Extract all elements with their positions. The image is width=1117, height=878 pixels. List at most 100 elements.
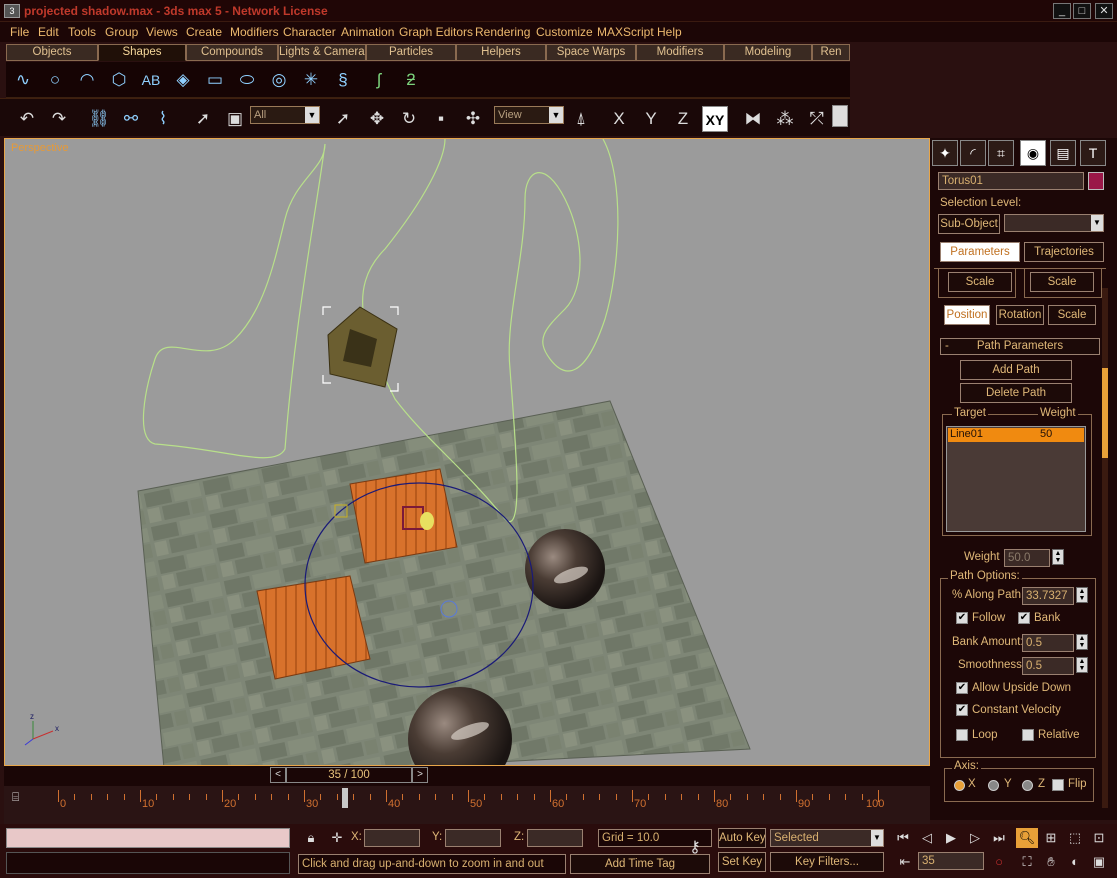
maxscript-output[interactable] (6, 852, 290, 874)
tab-shapes[interactable]: Shapes (98, 44, 186, 61)
restrict-x-button[interactable]: X (606, 106, 632, 132)
field-of-view-icon[interactable]: ⛶ (1016, 852, 1038, 872)
selection-filter-dropdown[interactable]: All ▼ (250, 106, 320, 124)
app-icon[interactable]: 3 (4, 4, 20, 18)
arc-icon[interactable]: ◠ (74, 68, 100, 92)
rectangular-selection-icon[interactable]: ▣ (222, 106, 248, 132)
weight-spinner-icon[interactable]: ▲ ▼ (1052, 549, 1064, 565)
smoothness-field[interactable]: 0.5 (1022, 657, 1074, 675)
set-key-button[interactable]: Set Key (718, 852, 766, 872)
arc-rotate-icon[interactable]: ◐ (1064, 852, 1086, 872)
axis-x-radio[interactable] (954, 780, 965, 791)
sub-object-button[interactable]: Sub-Object (938, 214, 1000, 234)
tab-rendering[interactable]: Ren (812, 44, 850, 61)
along-path-field[interactable]: 33.7327 (1022, 587, 1074, 605)
section-icon[interactable]: ◈ (170, 68, 196, 92)
constant-velocity-checkbox[interactable]: ✔ (956, 704, 968, 716)
ngon-icon[interactable]: ⬡ (106, 68, 132, 92)
menu-customize[interactable]: Customize (536, 25, 593, 39)
bank-amount-spinner-icon[interactable]: ▲ ▼ (1076, 634, 1088, 650)
menu-file[interactable]: File (10, 25, 29, 39)
maximize-icon[interactable]: □ (1073, 3, 1091, 19)
target-list[interactable]: Line01 50 (946, 426, 1086, 532)
menu-character[interactable]: Character (283, 25, 336, 39)
minimize-icon[interactable]: _ (1053, 3, 1071, 19)
scale-button[interactable]: Scale (1048, 305, 1096, 325)
close-icon[interactable]: ✕ (1095, 3, 1113, 19)
redo-icon[interactable]: ↷ (46, 106, 72, 132)
y-coord-field[interactable] (445, 829, 501, 847)
mini-curve-editor-icon[interactable]: ⌸ (12, 790, 42, 808)
absolute-mode-icon[interactable]: ✛ (326, 828, 348, 848)
current-frame-field[interactable]: 35 (918, 852, 984, 870)
tab-particles[interactable]: Particles (366, 44, 456, 61)
key-filters-button[interactable]: Key Filters... (770, 852, 884, 872)
undo-icon[interactable]: ↶ (14, 106, 40, 132)
trajectories-button[interactable]: Trajectories (1024, 242, 1104, 262)
ellipse-icon[interactable]: ⬭ (234, 68, 260, 92)
key-mode-icon[interactable]: ⇤ (894, 852, 916, 872)
lock-selection-icon[interactable]: 🔒︎ (300, 828, 322, 848)
hierarchy-tab-icon[interactable]: ⌗ (988, 140, 1014, 166)
tab-helpers[interactable]: Helpers (456, 44, 546, 61)
key-selection-dropdown[interactable]: Selected ▼ (770, 829, 884, 847)
align-icon[interactable]: ⤱ (804, 106, 830, 132)
menu-animation[interactable]: Animation (341, 25, 394, 39)
menu-graph-editors[interactable]: Graph Editors (399, 25, 473, 39)
object-color-swatch[interactable] (1088, 172, 1104, 190)
track-bar[interactable]: ⌸ 0 10 20 30 40 50 60 70 80 90 100 (4, 786, 930, 824)
scale-icon[interactable]: ▪ (428, 106, 454, 132)
maxscript-listener[interactable] (6, 828, 290, 848)
bank-checkbox[interactable]: ✔ (1018, 612, 1030, 624)
star-icon[interactable]: ✳ (298, 68, 324, 92)
loop-checkbox[interactable] (956, 729, 968, 741)
bind-space-warp-icon[interactable]: ⌇ (150, 106, 176, 132)
perspective-viewport[interactable]: Perspective z x (4, 138, 930, 766)
restrict-y-button[interactable]: Y (638, 106, 664, 132)
parameters-button[interactable]: Parameters (940, 242, 1020, 262)
z-coord-field[interactable] (527, 829, 583, 847)
zoom-all-icon[interactable]: ⊞ (1040, 828, 1062, 848)
axis-y-radio[interactable] (988, 780, 999, 791)
tab-lights-cameras[interactable]: Lights & Cameras (278, 44, 366, 61)
play-icon[interactable]: ▶ (940, 828, 962, 848)
previous-key-icon[interactable]: ◁ (916, 828, 938, 848)
move-icon[interactable]: ✥ (364, 106, 390, 132)
tab-objects[interactable]: Objects (6, 44, 98, 61)
tab-modeling[interactable]: Modeling (724, 44, 812, 61)
circle-icon[interactable]: ○ (42, 68, 68, 92)
curve-icon[interactable]: ʃ (366, 68, 392, 92)
toolbar-scroll-handle[interactable] (832, 105, 848, 127)
helix-icon[interactable]: § (330, 68, 356, 92)
donut-icon[interactable]: ◎ (266, 68, 292, 92)
utilities-tab-icon[interactable]: T (1080, 140, 1106, 166)
select-by-name-icon[interactable]: ➚ (330, 106, 356, 132)
go-to-start-icon[interactable]: ⏮ (892, 828, 914, 848)
along-path-spinner-icon[interactable]: ▲ ▼ (1076, 587, 1088, 603)
x-coord-field[interactable] (364, 829, 420, 847)
time-slider-thumb[interactable]: 35 / 100 (286, 767, 412, 783)
current-frame-marker[interactable] (342, 788, 348, 808)
next-frame-icon[interactable]: > (412, 767, 428, 783)
next-key-icon[interactable]: ▷ (964, 828, 986, 848)
mirror-icon[interactable]: ⧓ (740, 106, 766, 132)
position-button[interactable]: Position (944, 305, 990, 325)
allow-upside-down-checkbox[interactable]: ✔ (956, 682, 968, 694)
track-ticks[interactable]: 0 10 20 30 40 50 60 70 80 90 100 (58, 786, 884, 824)
panel-scrollbar[interactable] (1102, 288, 1108, 808)
rectangle-icon[interactable]: ▭ (202, 68, 228, 92)
bank-amount-field[interactable]: 0.5 (1022, 634, 1074, 652)
follow-checkbox[interactable]: ✔ (956, 612, 968, 624)
auto-key-button[interactable]: Auto Key (718, 828, 766, 848)
tab-compounds[interactable]: Compounds (186, 44, 278, 61)
reference-coord-dropdown[interactable]: View ▼ (494, 106, 564, 124)
menu-help[interactable]: Help (657, 25, 682, 39)
relative-checkbox[interactable] (1022, 729, 1034, 741)
pan-hand-icon[interactable]: ✋︎ (1040, 852, 1062, 872)
motion-tab-icon[interactable]: ◉ (1020, 140, 1046, 166)
unlink-icon[interactable]: ⚯ (118, 106, 144, 132)
sphere-1[interactable] (525, 529, 605, 609)
min-max-toggle-icon[interactable]: ▣ (1088, 852, 1110, 872)
time-configuration-icon[interactable]: ○ (988, 852, 1010, 872)
rotate-icon[interactable]: ↻ (396, 106, 422, 132)
